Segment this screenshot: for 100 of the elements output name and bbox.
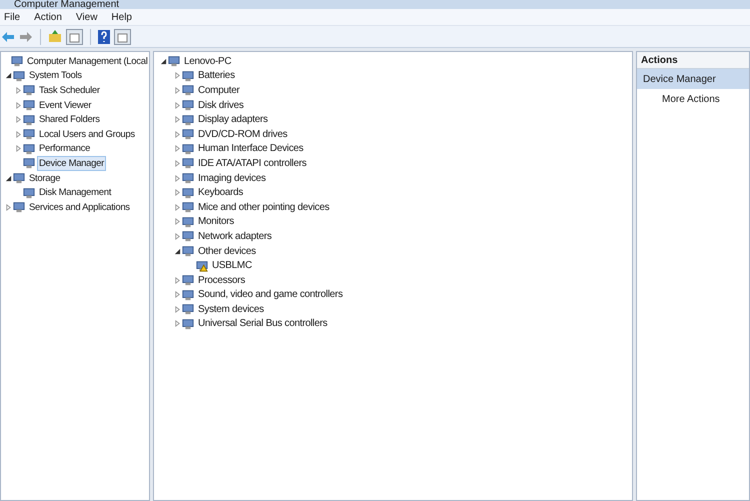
collapsed-arrow-icon[interactable] <box>174 276 180 284</box>
expanded-arrow-icon[interactable] <box>4 72 12 80</box>
tree-item[interactable]: Task Scheduler <box>37 82 102 98</box>
device-icon <box>23 128 35 140</box>
device-icon <box>182 157 194 170</box>
tree-item[interactable]: Performance <box>37 141 92 156</box>
tree-item[interactable]: System devices <box>196 302 266 317</box>
device-icon <box>23 99 35 112</box>
device-icon <box>182 288 194 301</box>
tree-item[interactable]: Sound, video and game controllers <box>196 287 345 302</box>
tree-item[interactable]: Lenovo-PC <box>182 54 234 69</box>
collapsed-arrow-icon[interactable] <box>174 102 180 109</box>
tree-item[interactable]: USBLMC <box>210 258 254 274</box>
collapsed-arrow-icon[interactable] <box>174 116 180 124</box>
device-icon <box>13 201 25 214</box>
window-title: Computer Management <box>14 0 120 9</box>
device-icon <box>23 157 35 170</box>
device-icon <box>23 84 35 96</box>
tree-item[interactable]: Network adapters <box>196 228 274 244</box>
tree-item[interactable]: Local Users and Groups <box>37 126 137 142</box>
back-arrow-icon[interactable] <box>1 30 15 42</box>
tree-item[interactable]: Computer Management (Local <box>25 54 150 69</box>
help-icon[interactable] <box>98 30 110 44</box>
folder-up-icon[interactable] <box>48 30 62 43</box>
collapsed-arrow-icon[interactable] <box>174 160 180 167</box>
tree-item[interactable]: Display adapters <box>196 112 270 128</box>
tree-item[interactable]: Other devices <box>196 244 258 259</box>
action-link[interactable]: More Actions <box>662 92 720 106</box>
collapsed-arrow-icon[interactable] <box>174 320 180 328</box>
collapsed-arrow-icon[interactable] <box>174 306 180 313</box>
tree-item[interactable]: Imaging devices <box>196 170 268 186</box>
tree-item[interactable]: DVD/CD-ROM drives <box>196 126 290 142</box>
device-icon <box>182 230 194 242</box>
menu-item[interactable]: Action <box>34 10 62 24</box>
tree-item[interactable]: Processors <box>196 272 248 288</box>
device-icon <box>168 55 180 68</box>
action-pane-icon[interactable] <box>114 28 131 44</box>
device-icon <box>182 128 194 140</box>
tree-item[interactable]: Disk Management <box>37 185 114 200</box>
collapsed-arrow-icon[interactable] <box>14 116 22 124</box>
collapsed-arrow-icon[interactable] <box>174 86 180 94</box>
tree-item[interactable]: Computer <box>196 82 242 98</box>
device-icon <box>182 303 194 316</box>
collapsed-arrow-icon[interactable] <box>14 130 22 138</box>
menu-item[interactable]: File <box>4 10 20 24</box>
collapsed-arrow-icon[interactable] <box>14 102 22 109</box>
tree-item[interactable]: Services and Applications <box>27 200 132 215</box>
tree-item[interactable]: Storage <box>27 170 62 186</box>
collapsed-arrow-icon[interactable] <box>174 204 180 211</box>
collapsed-arrow-icon[interactable] <box>174 145 180 152</box>
device-icon <box>13 70 25 82</box>
device-icon <box>11 55 23 68</box>
device-icon <box>182 142 194 155</box>
actions-section-header[interactable]: Device Manager <box>637 69 749 89</box>
tree-item[interactable]: Event Viewer <box>37 98 94 113</box>
device-icon <box>182 99 194 112</box>
tree-item[interactable]: Keyboards <box>196 185 246 200</box>
collapsed-arrow-icon[interactable] <box>174 130 180 138</box>
warning-device-icon <box>196 260 208 272</box>
device-icon <box>182 318 194 330</box>
collapsed-arrow-icon[interactable] <box>174 232 180 240</box>
expanded-arrow-icon[interactable] <box>4 174 12 182</box>
device-icon <box>182 201 194 214</box>
device-icon <box>182 274 194 286</box>
tree-item[interactable]: Mice and other pointing devices <box>196 200 332 215</box>
device-icon <box>182 70 194 82</box>
collapsed-arrow-icon[interactable] <box>174 189 180 196</box>
device-icon <box>23 186 35 199</box>
device-icon <box>182 186 194 199</box>
menu-item[interactable]: Help <box>111 10 132 24</box>
tree-item[interactable]: Batteries <box>196 68 237 84</box>
collapsed-arrow-icon[interactable] <box>174 174 180 182</box>
tree-item[interactable]: Human Interface Devices <box>196 141 306 156</box>
device-icon <box>182 172 194 184</box>
device-icon <box>13 172 25 184</box>
device-icon <box>182 245 194 258</box>
device-icon <box>23 142 35 155</box>
menu-item[interactable]: View <box>76 10 98 24</box>
device-icon <box>182 84 194 96</box>
tree-item[interactable]: Shared Folders <box>37 112 102 128</box>
collapsed-arrow-icon[interactable] <box>174 291 180 298</box>
expanded-arrow-icon[interactable] <box>174 248 180 255</box>
console-tree-icon[interactable] <box>66 28 83 44</box>
forward-arrow-icon[interactable] <box>19 30 33 42</box>
expanded-arrow-icon[interactable] <box>160 58 166 65</box>
device-icon <box>182 216 194 228</box>
collapsed-arrow-icon[interactable] <box>4 204 12 211</box>
actions-header: Actions <box>637 52 749 69</box>
collapsed-arrow-icon[interactable] <box>174 218 180 226</box>
device-icon <box>23 114 35 126</box>
device-icon <box>182 114 194 126</box>
collapsed-arrow-icon[interactable] <box>14 145 22 152</box>
tree-item[interactable]: System Tools <box>27 68 84 84</box>
collapsed-arrow-icon[interactable] <box>14 86 22 94</box>
tree-item[interactable]: Disk drives <box>196 98 246 113</box>
tree-item[interactable]: IDE ATA/ATAPI controllers <box>196 156 308 171</box>
collapsed-arrow-icon[interactable] <box>174 72 180 80</box>
tree-item[interactable]: Monitors <box>196 214 236 230</box>
tree-item[interactable]: Universal Serial Bus controllers <box>196 316 330 332</box>
tree-item[interactable]: Device Manager <box>37 156 106 171</box>
